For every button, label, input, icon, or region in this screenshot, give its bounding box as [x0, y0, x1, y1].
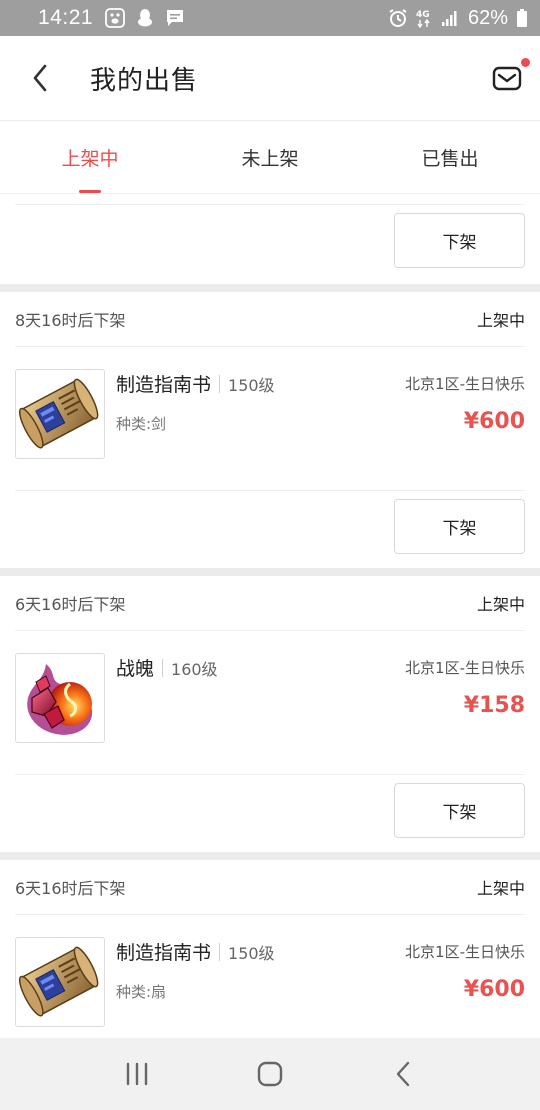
item-row[interactable]: 制造指南书 150级 种类:剑 北京1区-生日快乐 ¥600 [15, 347, 525, 491]
listing-status: 上架中 [476, 595, 525, 614]
tab-bar: 上架中 未上架 已售出 [0, 122, 540, 194]
item-title-line: 制造指南书 150级 [116, 938, 275, 965]
tab-sold[interactable]: 已售出 [360, 122, 540, 193]
item-name: 制造指南书 [116, 374, 212, 396]
scroll-icon [18, 378, 99, 449]
status-bar: 14:21 4G 62% [0, 0, 540, 36]
item-row[interactable]: 战魄 160级 北京1区-生日快乐 ¥158 [15, 631, 525, 775]
delist-button[interactable]: 下架 [394, 213, 525, 268]
card-action-row: 下架 [15, 775, 525, 852]
item-name: 制造指南书 [116, 942, 212, 964]
divider [219, 942, 221, 961]
item-server: 北京1区-生日快乐 [405, 659, 525, 677]
system-nav-bar [0, 1038, 540, 1110]
delist-button[interactable]: 下架 [394, 783, 525, 838]
listing-status: 上架中 [476, 311, 525, 330]
battery-icon [516, 8, 528, 28]
item-server: 北京1区-生日快乐 [405, 943, 525, 961]
item-level: 160级 [171, 659, 218, 679]
card-separator [0, 284, 540, 292]
item-thumbnail [15, 937, 105, 1027]
qq-penguin-icon [135, 8, 155, 28]
back-arrow-icon [397, 1061, 410, 1087]
system-back-button[interactable] [373, 1049, 433, 1099]
item-title-line: 战魄 160级 [116, 654, 218, 681]
item-type: 种类:剑 [116, 415, 167, 433]
recent-apps-button[interactable] [107, 1049, 167, 1099]
baidu-paw-icon [105, 8, 125, 28]
signal-strength-icon [440, 8, 460, 28]
back-button[interactable] [0, 36, 80, 121]
messages-button[interactable] [492, 58, 530, 94]
chevron-left-icon [33, 64, 47, 92]
status-time: 14:21 [38, 6, 94, 29]
item-thumbnail [15, 369, 105, 459]
listing-content[interactable]: 下架 8天16时后下架 上架中 制造指南书 150级 种类:剑 北京1区-生日快… [0, 194, 540, 1038]
tab-listed[interactable]: 上架中 [0, 122, 180, 193]
page-title: 我的出售 [90, 65, 199, 96]
card-header: 8天16时后下架 上架中 [15, 292, 525, 347]
svg-text:4G: 4G [416, 10, 430, 20]
card-header: 6天16时后下架 上架中 [15, 860, 525, 915]
item-name: 战魄 [116, 658, 155, 680]
listing-card: 8天16时后下架 上架中 制造指南书 150级 种类:剑 北京1区-生日快乐 ¥… [0, 292, 540, 568]
item-level: 150级 [228, 375, 275, 395]
home-icon [257, 1061, 283, 1087]
delist-countdown: 8天16时后下架 [15, 311, 126, 330]
card-action-row: 下架 [15, 491, 525, 568]
card-separator [0, 568, 540, 576]
divider [162, 658, 164, 677]
item-row[interactable]: 制造指南书 150级 种类:扇 北京1区-生日快乐 ¥600 [15, 915, 525, 1038]
item-type: 种类:扇 [116, 983, 167, 1001]
listing-card: 6天16时后下架 上架中 [0, 860, 540, 1038]
item-price: ¥158 [463, 693, 525, 718]
crystal-fire-icon [27, 664, 93, 735]
listing-card: 6天16时后下架 上架中 [0, 576, 540, 852]
item-server: 北京1区-生日快乐 [405, 375, 525, 393]
delist-countdown: 6天16时后下架 [15, 595, 126, 614]
item-level: 150级 [228, 943, 275, 963]
listing-status: 上架中 [476, 879, 525, 898]
scroll-icon [18, 946, 99, 1017]
delist-button[interactable]: 下架 [394, 499, 525, 554]
delist-countdown: 6天16时后下架 [15, 879, 126, 898]
message-bubble-icon [165, 8, 185, 28]
divider [219, 374, 221, 393]
item-price: ¥600 [463, 409, 525, 434]
app-header: 我的出售 [0, 36, 540, 121]
battery-percent: 62% [467, 6, 508, 29]
unread-dot [521, 58, 530, 67]
item-thumbnail [15, 653, 105, 743]
card-header: 6天16时后下架 上架中 [15, 576, 525, 631]
tab-unlisted[interactable]: 未上架 [180, 122, 360, 193]
recent-apps-icon [126, 1062, 147, 1086]
item-title-line: 制造指南书 150级 [116, 370, 275, 397]
network-4g-icon: 4G [416, 8, 432, 28]
mail-icon [492, 66, 522, 91]
alarm-clock-icon [388, 8, 408, 28]
home-button[interactable] [240, 1049, 300, 1099]
card-action-row: 下架 [15, 204, 525, 284]
card-separator [0, 852, 540, 860]
item-price: ¥600 [463, 977, 525, 1002]
